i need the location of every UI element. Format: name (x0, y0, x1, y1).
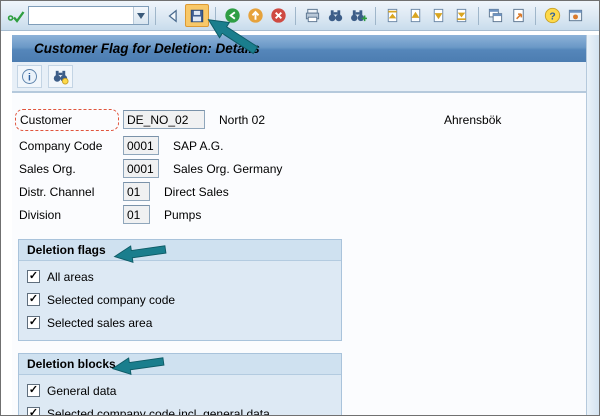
nav-exit-icon[interactable] (245, 5, 266, 26)
customer-description: North 02 (219, 112, 266, 127)
company-code-label: Company Code (19, 138, 103, 153)
deletion-blocks-header: Deletion blocks (19, 354, 341, 375)
deletion-blocks-group: Deletion blocks General data Selected co… (18, 353, 342, 416)
command-dropdown-icon[interactable] (133, 7, 148, 24)
shortcut-icon[interactable] (508, 5, 529, 26)
annotation-highlight-box: Customer (15, 108, 119, 131)
checkbox-row-general-data: General data (27, 383, 333, 398)
nav-back-icon[interactable] (222, 5, 243, 26)
field-row-sales-org: Sales Org. 0001 Sales Org. Germany (19, 158, 586, 179)
toolbar-separator (478, 6, 479, 25)
checkbox-row-selected-sales-area: Selected sales area (27, 315, 333, 330)
company-code-field[interactable]: 0001 (123, 136, 159, 155)
deletion-flags-group: Deletion flags All areas Selected compan… (18, 239, 342, 341)
page-up-icon[interactable] (405, 5, 426, 26)
title-bar: Customer Flag for Deletion: Details (12, 35, 586, 62)
application-toolbar: i (12, 62, 586, 93)
customer-city: Ahrensbök (444, 112, 502, 127)
field-row-customer: Customer DE_NO_02 North 02 Ahrensbök (15, 108, 586, 131)
selected-company-code-label: Selected company code (47, 292, 176, 307)
toolbar-separator (155, 6, 156, 25)
new-session-icon[interactable] (485, 5, 506, 26)
scrollbar-track[interactable] (586, 35, 599, 415)
find-icon[interactable] (325, 5, 346, 26)
deletion-flags-body: All areas Selected company code Selected… (19, 261, 341, 340)
company-code-incl-general-label: Selected company code incl. general data (47, 406, 270, 416)
page-title: Customer Flag for Deletion: Details (34, 41, 260, 56)
first-page-icon[interactable] (382, 5, 403, 26)
division-description: Pumps (164, 207, 202, 222)
standard-toolbar: ? (1, 1, 599, 31)
back-triangle-icon[interactable] (162, 5, 183, 26)
deletion-blocks-body: General data Selected company code incl.… (19, 375, 341, 416)
deletion-flags-header: Deletion flags (19, 240, 341, 261)
distr-channel-field[interactable]: 01 (123, 182, 150, 201)
toolbar-separator (375, 6, 376, 25)
sales-org-label: Sales Org. (19, 161, 76, 176)
company-code-description: SAP A.G. (173, 138, 224, 153)
all-areas-label: All areas (47, 269, 94, 284)
checkbox-row-company-code-incl-general: Selected company code incl. general data (27, 406, 333, 416)
checkbox-row-all-areas: All areas (27, 269, 333, 284)
last-page-icon[interactable] (451, 5, 472, 26)
company-code-incl-general-checkbox[interactable] (27, 407, 40, 415)
field-row-division: Division 01 Pumps (19, 204, 586, 225)
division-label: Division (19, 207, 62, 222)
sales-org-description: Sales Org. Germany (173, 161, 283, 176)
sales-org-field[interactable]: 0001 (123, 159, 159, 178)
command-field (28, 6, 149, 25)
help-icon[interactable]: ? (542, 5, 563, 26)
general-data-label: General data (47, 383, 117, 398)
toolbar-separator (535, 6, 536, 25)
checkbox-row-selected-company-code: Selected company code (27, 292, 333, 307)
print-icon[interactable] (302, 5, 323, 26)
selected-sales-area-label: Selected sales area (47, 315, 153, 330)
all-areas-checkbox[interactable] (27, 270, 40, 283)
svg-text:?: ? (549, 11, 555, 22)
toolbar-separator (295, 6, 296, 25)
cancel-icon[interactable] (268, 5, 289, 26)
selected-sales-area-checkbox[interactable] (27, 316, 40, 329)
page-down-icon[interactable] (428, 5, 449, 26)
save-icon[interactable] (185, 4, 209, 27)
info-icon[interactable]: i (17, 65, 42, 88)
division-field[interactable]: 01 (123, 205, 150, 224)
general-data-checkbox[interactable] (27, 384, 40, 397)
enter-icon[interactable] (5, 5, 26, 26)
form-area: Customer DE_NO_02 North 02 Ahrensbök Com… (12, 93, 586, 415)
customer-field[interactable]: DE_NO_02 (123, 110, 205, 129)
search-icon[interactable] (48, 65, 73, 88)
field-row-company-code: Company Code 0001 SAP A.G. (19, 135, 586, 156)
toolbar-separator (215, 6, 216, 25)
find-next-icon[interactable] (348, 5, 369, 26)
field-row-distr-channel: Distr. Channel 01 Direct Sales (19, 181, 586, 202)
distr-channel-label: Distr. Channel (19, 184, 95, 199)
svg-text:i: i (28, 72, 31, 83)
command-input[interactable] (29, 7, 133, 24)
customer-label-highlighted: Customer (15, 108, 123, 131)
selected-company-code-checkbox[interactable] (27, 293, 40, 306)
customize-layout-icon[interactable] (565, 5, 586, 26)
sap-window: ? Customer Flag for Deletion: Details i … (0, 0, 600, 416)
distr-channel-description: Direct Sales (164, 184, 229, 199)
